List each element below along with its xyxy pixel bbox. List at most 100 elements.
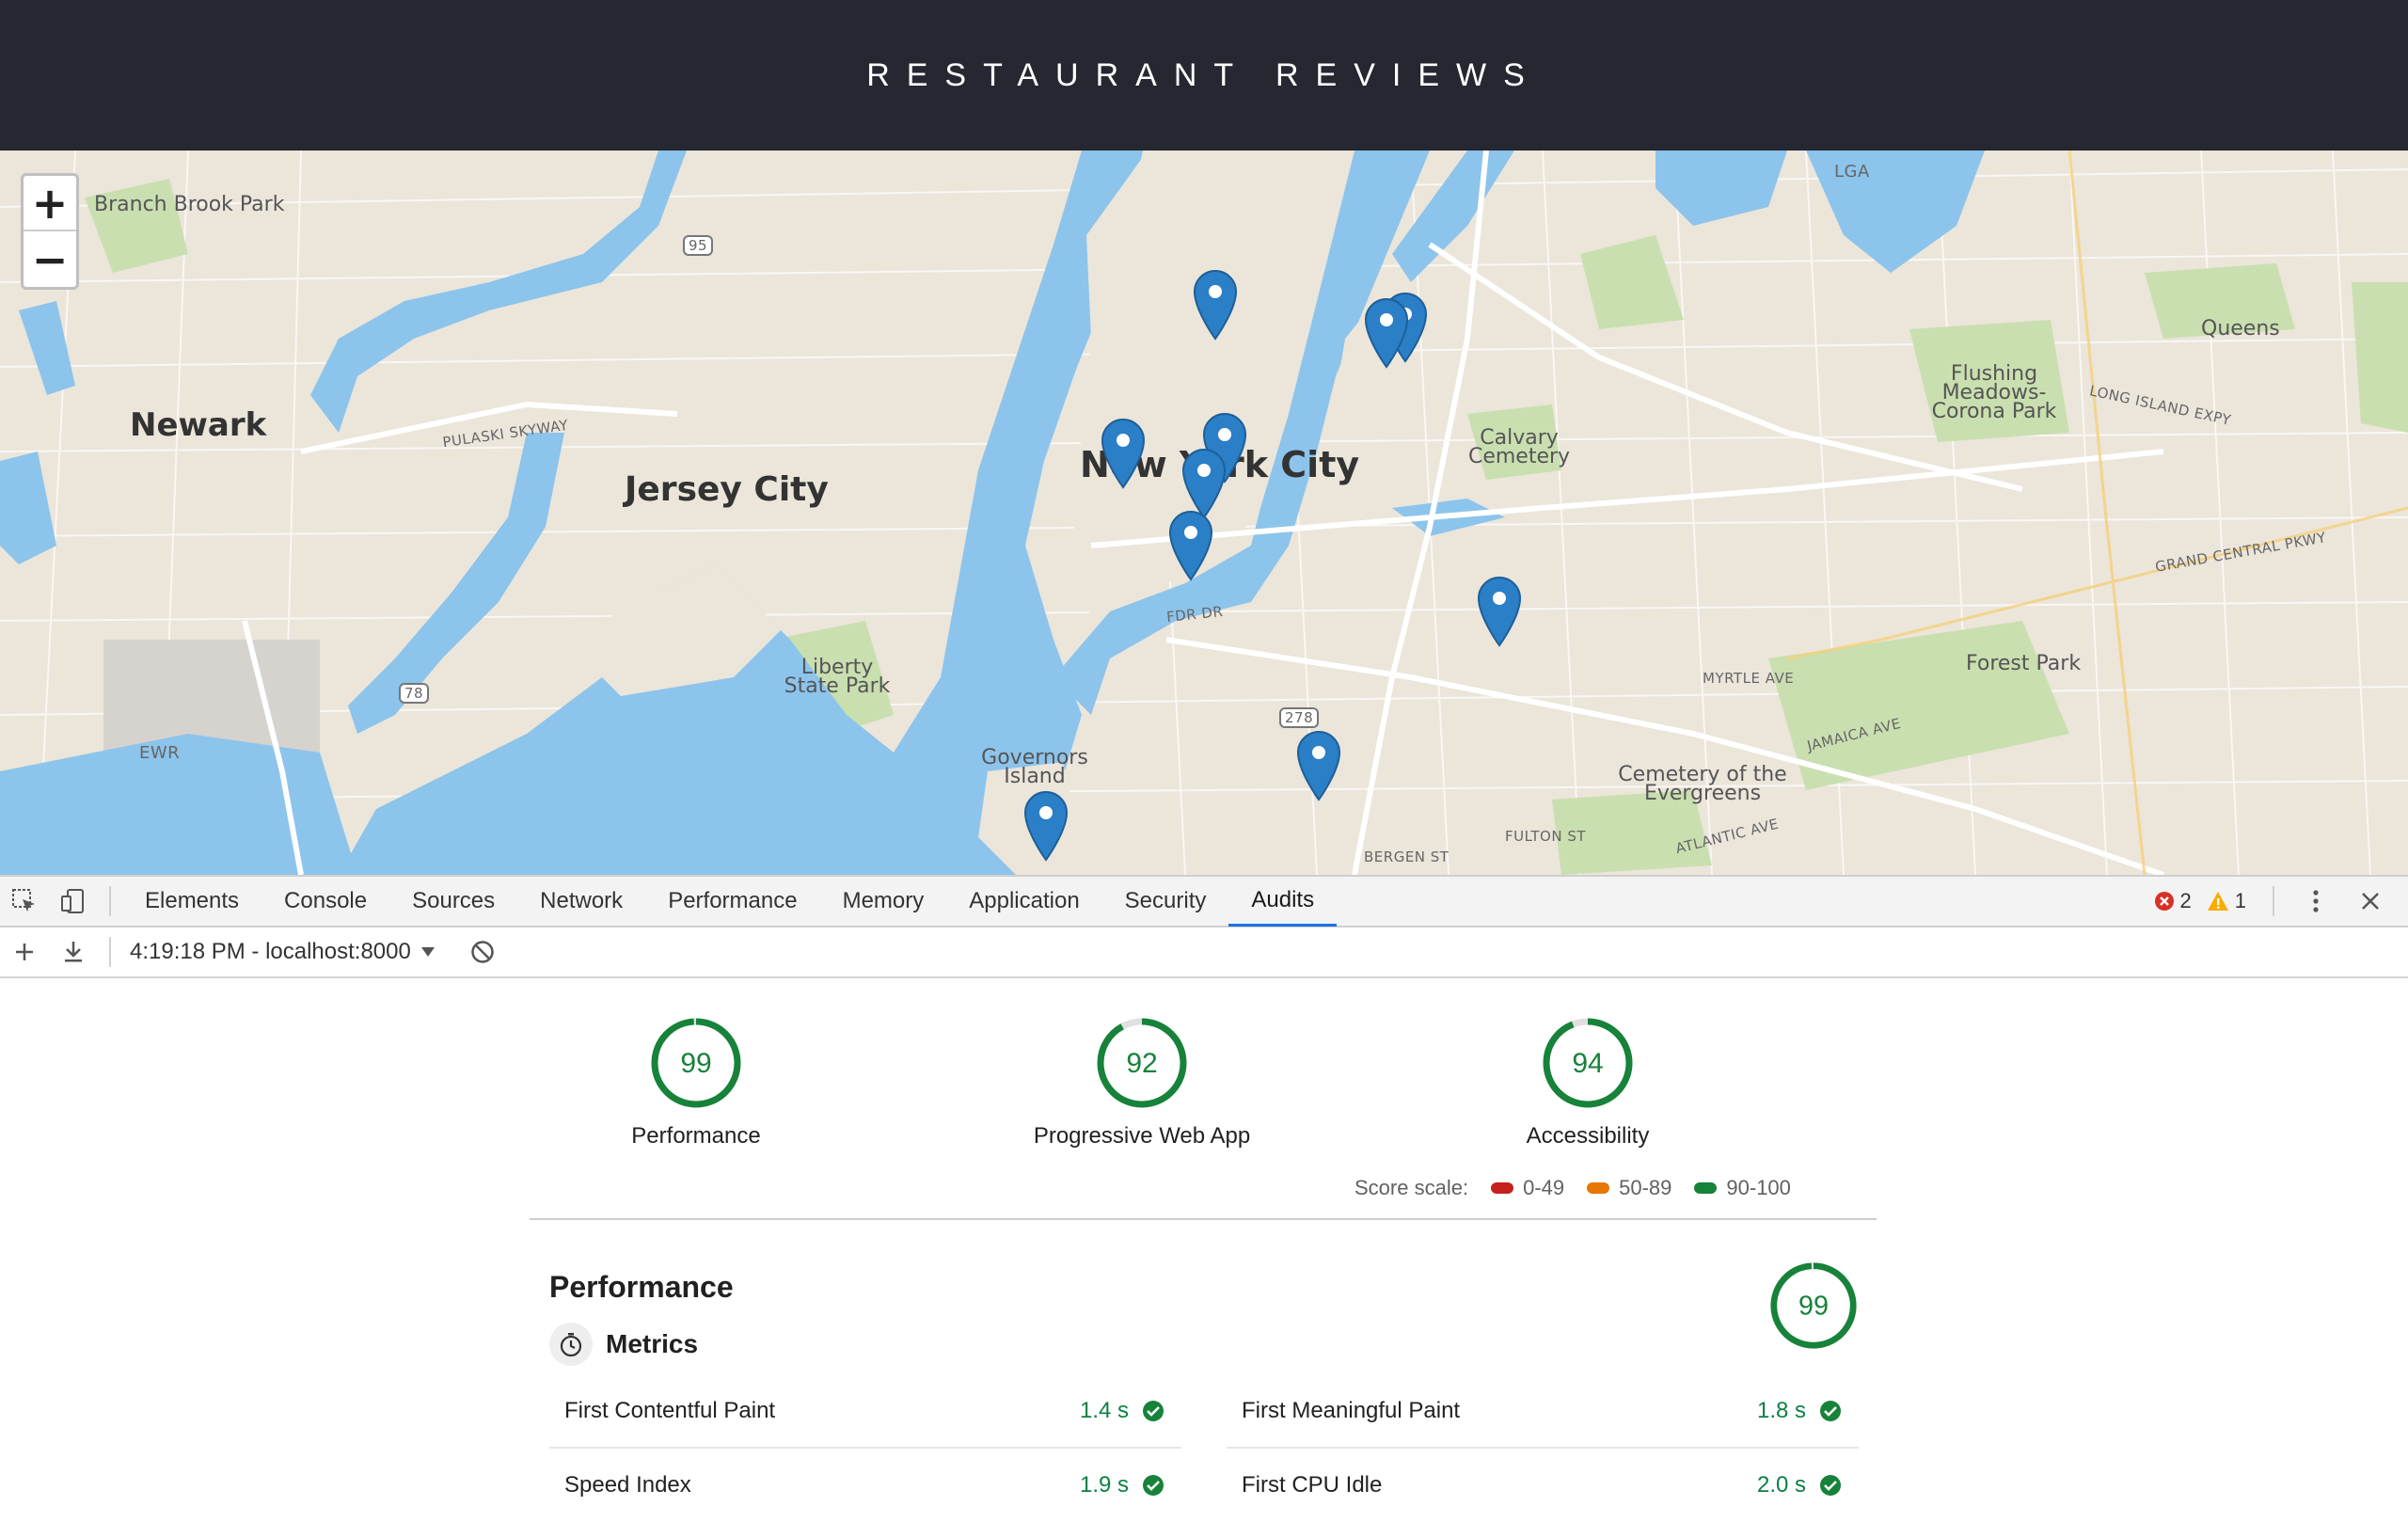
category-gauges: 99 Performance 92 Progressive Web App 94… bbox=[527, 1016, 1881, 1185]
audit-report: 99 Performance 92 Progressive Web App 94… bbox=[0, 978, 2408, 1505]
app-title: RESTAURANT REVIEWS bbox=[866, 57, 1542, 94]
map-label-calvary-cemetery: Calvary Cemetery bbox=[1467, 429, 1571, 467]
tab-audits[interactable]: Audits bbox=[1228, 876, 1337, 927]
warning-icon bbox=[2207, 891, 2229, 912]
map-label-liberty-state-park: Liberty State Park bbox=[781, 658, 894, 696]
map[interactable]: + − Branch Brook Park Newark Jersey City… bbox=[0, 151, 2408, 875]
gauge-score: 99 bbox=[680, 1048, 711, 1079]
tab-memory[interactable]: Memory bbox=[820, 876, 947, 927]
metric-value: 1.8 s bbox=[1757, 1398, 1806, 1424]
tab-sources[interactable]: Sources bbox=[389, 876, 517, 927]
map-label-bergen-st: BERGEN ST bbox=[1364, 848, 1449, 865]
route-shield-78: 78 bbox=[399, 683, 429, 704]
restaurant-marker[interactable] bbox=[1364, 297, 1409, 369]
gauge-label: Performance bbox=[527, 1123, 865, 1149]
pass-check-icon bbox=[1142, 1474, 1164, 1497]
scale-pass: 90-100 bbox=[1694, 1176, 1791, 1200]
audits-toolbar: 4:19:18 PM - localhost:8000 bbox=[0, 927, 2408, 978]
report-select[interactable]: 4:19:18 PM - localhost:8000 bbox=[130, 939, 436, 965]
restaurant-marker[interactable] bbox=[1296, 730, 1341, 801]
map-label-cemetery-evergreens: Cemetery of the Evergreens bbox=[1618, 766, 1787, 803]
restaurant-marker[interactable] bbox=[1193, 269, 1238, 341]
pass-check-icon bbox=[1142, 1400, 1164, 1422]
devtools-tab-bar: Elements Console Sources Network Perform… bbox=[0, 875, 2408, 927]
metric-row: Speed Index 1.9 s bbox=[549, 1449, 1181, 1522]
map-label-flushing-meadows: Flushing Meadows-Corona Park bbox=[1928, 365, 2060, 421]
gauge-performance[interactable]: 99 Performance bbox=[527, 1016, 865, 1149]
section-score: 99 bbox=[1798, 1292, 1829, 1322]
metric-name: First CPU Idle bbox=[1227, 1472, 1757, 1498]
clear-all-icon[interactable] bbox=[458, 927, 507, 976]
gauge-score: 94 bbox=[1572, 1048, 1603, 1079]
chevron-down-icon bbox=[420, 946, 436, 958]
score-scale: Score scale: 0-49 50-89 90-100 bbox=[1354, 1176, 1791, 1200]
map-label-lga: LGA bbox=[1834, 162, 1870, 182]
section-gauge: 99 bbox=[1768, 1260, 1859, 1356]
average-pill-icon bbox=[1587, 1182, 1609, 1194]
map-label-forest-park: Forest Park bbox=[1966, 655, 2081, 674]
zoom-in-button[interactable]: + bbox=[24, 176, 76, 231]
score-scale-label: Score scale: bbox=[1354, 1176, 1468, 1200]
map-label-fulton-st: FULTON ST bbox=[1505, 828, 1586, 845]
download-report-icon[interactable] bbox=[49, 927, 98, 976]
tab-security[interactable]: Security bbox=[1102, 876, 1229, 927]
metric-name: Speed Index bbox=[549, 1472, 1080, 1498]
scale-pass-label: 90-100 bbox=[1726, 1176, 1791, 1200]
pass-pill-icon bbox=[1694, 1182, 1717, 1194]
pass-check-icon bbox=[1819, 1474, 1842, 1497]
map-label-newark: Newark bbox=[130, 406, 266, 444]
gauge-accessibility[interactable]: 94 Accessibility bbox=[1418, 1016, 1757, 1149]
restaurant-marker[interactable] bbox=[1181, 448, 1227, 519]
fail-pill-icon bbox=[1491, 1182, 1513, 1194]
map-label-ewr: EWR bbox=[139, 743, 180, 763]
section-title: Performance bbox=[549, 1270, 734, 1305]
gauge-score: 92 bbox=[1126, 1048, 1157, 1079]
metric-value: 2.0 s bbox=[1757, 1472, 1806, 1498]
warning-count[interactable]: 1 bbox=[2235, 889, 2246, 913]
pass-check-icon bbox=[1819, 1400, 1842, 1422]
tab-performance[interactable]: Performance bbox=[645, 876, 819, 927]
inspect-element-icon[interactable] bbox=[0, 877, 49, 926]
zoom-out-button[interactable]: − bbox=[24, 231, 76, 287]
map-label-branch-brook: Branch Brook Park bbox=[94, 196, 284, 214]
toolbar-separator bbox=[2273, 886, 2274, 916]
restaurant-marker[interactable] bbox=[1477, 576, 1522, 647]
tab-elements[interactable]: Elements bbox=[122, 876, 261, 927]
app-header: RESTAURANT REVIEWS bbox=[0, 0, 2408, 151]
toolbar-separator bbox=[109, 937, 111, 967]
restaurant-marker[interactable] bbox=[1168, 510, 1213, 581]
restaurant-marker[interactable] bbox=[1023, 790, 1069, 862]
scale-fail: 0-49 bbox=[1491, 1176, 1564, 1200]
gauge-label: Progressive Web App bbox=[973, 1123, 1311, 1149]
tab-network[interactable]: Network bbox=[517, 876, 645, 927]
toolbar-separator bbox=[109, 886, 111, 916]
device-toolbar-icon[interactable] bbox=[49, 877, 98, 926]
metric-value: 1.4 s bbox=[1080, 1398, 1129, 1424]
map-label-queens: Queens bbox=[2201, 320, 2280, 339]
scale-average-label: 50-89 bbox=[1619, 1176, 1671, 1200]
tab-application[interactable]: Application bbox=[946, 876, 1101, 927]
metric-row: First CPU Idle 2.0 s bbox=[1227, 1449, 1859, 1522]
metric-name: First Contentful Paint bbox=[549, 1398, 1080, 1424]
route-shield-95: 95 bbox=[683, 235, 713, 256]
devtools-right-controls: 2 1 bbox=[2154, 877, 2408, 926]
map-label-myrtle-ave: MYRTLE AVE bbox=[1703, 670, 1794, 687]
map-label-jersey-city: Jersey City bbox=[625, 470, 829, 509]
metric-row: First Meaningful Paint 1.8 s bbox=[1227, 1375, 1859, 1449]
stopwatch-icon bbox=[549, 1323, 593, 1366]
more-options-icon[interactable] bbox=[2291, 877, 2340, 926]
gauge-label: Accessibility bbox=[1418, 1123, 1757, 1149]
tab-console[interactable]: Console bbox=[261, 876, 389, 927]
close-icon[interactable] bbox=[2346, 877, 2395, 926]
new-audit-icon[interactable] bbox=[0, 927, 49, 976]
restaurant-marker[interactable] bbox=[1101, 418, 1146, 489]
gauge-pwa[interactable]: 92 Progressive Web App bbox=[973, 1016, 1311, 1149]
metrics-header: Metrics bbox=[549, 1323, 698, 1366]
route-shield-278: 278 bbox=[1279, 707, 1319, 728]
metric-name: First Meaningful Paint bbox=[1227, 1398, 1757, 1424]
report-divider bbox=[530, 1218, 1877, 1220]
error-count[interactable]: 2 bbox=[2180, 889, 2192, 913]
metrics-title: Metrics bbox=[606, 1329, 698, 1359]
metric-value: 1.9 s bbox=[1080, 1472, 1129, 1498]
map-label-governors-island: Governors Island bbox=[978, 749, 1091, 786]
